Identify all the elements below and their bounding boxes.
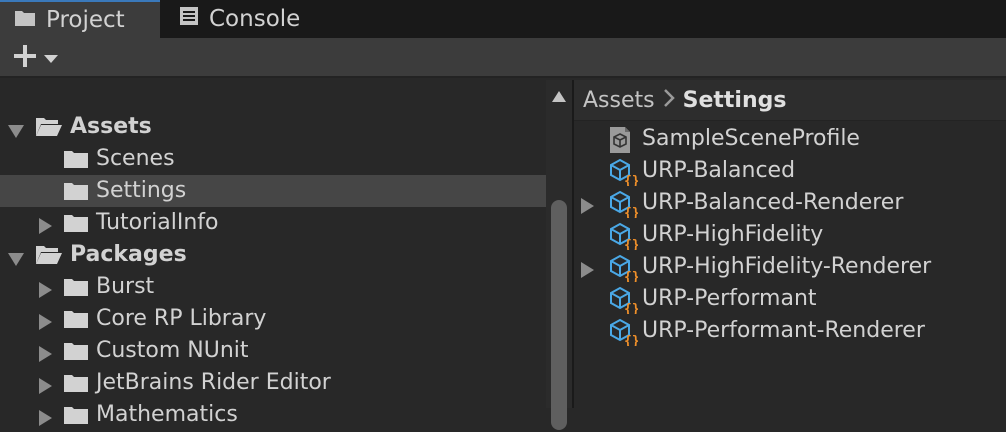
folder-icon xyxy=(63,342,89,367)
tree-item-label: Settings xyxy=(96,178,187,203)
project-toolbar xyxy=(0,38,1006,78)
tree-item-label: Packages xyxy=(70,242,187,267)
dropdown-arrow-icon xyxy=(44,49,58,68)
folder-icon xyxy=(14,7,36,33)
collapsed-arrow-icon[interactable] xyxy=(39,311,55,330)
tree-item-label: Assets xyxy=(70,114,152,139)
open-folder-icon xyxy=(35,117,63,143)
tree-item-label: JetBrains Rider Editor xyxy=(96,370,331,395)
breadcrumb-assets[interactable]: Assets xyxy=(583,88,655,113)
tree-item-jetbrains-rider-editor[interactable]: JetBrains Rider Editor xyxy=(0,367,546,399)
tree-item-scenes[interactable]: Scenes xyxy=(0,143,546,175)
tree-item-core-rp-library[interactable]: Core RP Library xyxy=(0,303,546,335)
open-folder-icon xyxy=(35,245,63,271)
asset-item[interactable]: {} URP-Balanced-Renderer xyxy=(574,187,1006,221)
svg-text:{}: {} xyxy=(624,302,638,314)
folder-icon xyxy=(63,374,89,399)
expanded-arrow-icon[interactable] xyxy=(8,248,24,266)
tab-project[interactable]: Project xyxy=(0,0,160,38)
asset-item-label: URP-Performant xyxy=(642,286,817,311)
folder-icon xyxy=(63,150,89,175)
folder-icon xyxy=(63,406,89,431)
asset-item[interactable]: {} URP-Performant-Renderer xyxy=(574,315,1006,349)
tree-item-packages[interactable]: Packages xyxy=(0,239,546,271)
scrollbar-thumb[interactable] xyxy=(551,200,567,430)
folder-icon xyxy=(63,214,89,239)
asset-item-label: URP-HighFidelity-Renderer xyxy=(642,254,932,279)
folder-icon xyxy=(63,182,89,207)
asset-item-label: URP-HighFidelity xyxy=(642,222,824,247)
tree-item-settings[interactable]: Settings xyxy=(0,175,546,207)
tree-item-custom-nunit[interactable]: Custom NUnit xyxy=(0,335,546,367)
tab-console[interactable]: Console xyxy=(162,0,322,38)
folder-icon xyxy=(63,310,89,335)
asset-item[interactable]: {} URP-Balanced xyxy=(574,155,1006,189)
svg-text:{}: {} xyxy=(624,270,638,282)
tree-item-label: Scenes xyxy=(96,146,175,171)
asset-item-label: URP-Performant-Renderer xyxy=(642,318,925,343)
asset-item[interactable]: {} URP-HighFidelity xyxy=(574,219,1006,253)
tree-item-burst[interactable]: Burst xyxy=(0,271,546,303)
console-icon xyxy=(179,6,199,32)
svg-text:{}: {} xyxy=(624,174,638,186)
tree-item-label: Mathematics xyxy=(96,402,238,427)
asset-item[interactable]: {} URP-Performant xyxy=(574,283,1006,317)
expanded-arrow-icon[interactable] xyxy=(8,120,24,138)
tab-console-label: Console xyxy=(209,6,301,32)
svg-text:{}: {} xyxy=(624,238,638,250)
tree-item-label: TutorialInfo xyxy=(96,210,219,235)
asset-item-label: URP-Balanced xyxy=(642,158,796,183)
tree-item-tutorialinfo[interactable]: TutorialInfo xyxy=(0,207,546,239)
svg-text:{}: {} xyxy=(624,206,638,218)
collapsed-arrow-icon[interactable] xyxy=(39,343,55,362)
tab-project-label: Project xyxy=(46,7,125,33)
asset-item[interactable]: {} URP-HighFidelity-Renderer xyxy=(574,251,1006,285)
collapsed-arrow-icon[interactable] xyxy=(39,215,55,234)
collapsed-arrow-icon[interactable] xyxy=(39,279,55,298)
tree-item-label: Custom NUnit xyxy=(96,338,249,363)
asset-item-label: URP-Balanced-Renderer xyxy=(642,190,904,215)
scroll-up-arrow-icon[interactable] xyxy=(552,88,566,107)
chevron-right-icon xyxy=(663,88,675,113)
window-tab-bar: Project Console xyxy=(0,0,1006,38)
asset-item-label: SampleSceneProfile xyxy=(642,126,860,151)
collapsed-arrow-icon[interactable] xyxy=(581,195,595,220)
plus-icon xyxy=(12,43,38,73)
tree-item-label: Core RP Library xyxy=(96,306,267,331)
breadcrumb-settings[interactable]: Settings xyxy=(683,88,787,113)
create-dropdown-button[interactable] xyxy=(12,44,68,72)
tree-item-assets[interactable]: Assets xyxy=(0,111,546,143)
collapsed-arrow-icon[interactable] xyxy=(39,407,55,426)
folder-icon xyxy=(63,278,89,303)
render-pipeline-asset-icon: {} xyxy=(608,318,640,352)
tree-item-mathematics[interactable]: Mathematics xyxy=(0,399,546,431)
breadcrumb: Assets Settings xyxy=(574,80,1006,121)
asset-item[interactable]: SampleSceneProfile xyxy=(574,123,1006,155)
svg-text:{}: {} xyxy=(624,334,638,346)
collapsed-arrow-icon[interactable] xyxy=(581,259,595,284)
tree-scrollbar[interactable] xyxy=(546,80,572,430)
collapsed-arrow-icon[interactable] xyxy=(39,375,55,394)
asset-list-panel: Assets Settings SampleSceneProfile {} UR… xyxy=(574,80,1006,408)
folder-tree: Assets Scenes Settings TutorialInfo Pack… xyxy=(0,80,546,427)
tree-item-label: Burst xyxy=(96,274,155,299)
